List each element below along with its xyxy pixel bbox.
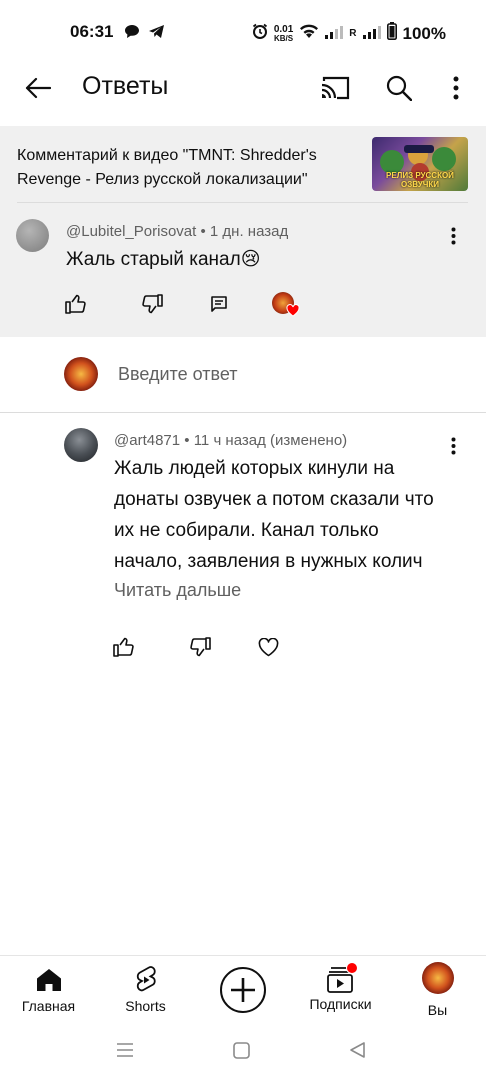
reply-text-line: Жаль людей которых кинули на xyxy=(114,458,395,479)
reply-time: 11 ч назад (изменено) xyxy=(193,432,348,449)
nav-you[interactable]: Вы xyxy=(389,956,486,1026)
square-icon xyxy=(232,1041,250,1059)
nav-label: Подписки xyxy=(309,996,372,1012)
net-speed-value: 0.01 xyxy=(273,23,294,35)
thumbnail-caption: РЕЛИЗ РУССКОЙ ОЗВУЧКИ xyxy=(386,171,454,189)
reply-button[interactable] xyxy=(204,288,234,320)
cast-icon xyxy=(321,76,350,100)
heart-button[interactable] xyxy=(252,631,284,663)
more-vert-icon xyxy=(453,76,459,100)
status-time: 06:31 xyxy=(70,22,114,41)
like-button[interactable] xyxy=(60,288,92,320)
more-vert-icon xyxy=(451,227,455,245)
divider xyxy=(0,412,486,413)
net-speed: 0.01 KB/S xyxy=(273,23,294,43)
user-avatar xyxy=(421,962,454,994)
signal-icon-2 xyxy=(362,24,381,44)
comment-author[interactable]: @Lubitel_Porisovat xyxy=(66,223,196,240)
nav-subscriptions[interactable]: Подписки xyxy=(292,956,389,1026)
triangle-back-icon xyxy=(350,1042,365,1058)
comment-icon xyxy=(211,296,227,312)
nav-home[interactable]: Главная xyxy=(0,956,97,1026)
telegram-icon xyxy=(148,24,165,44)
reply-text-line: донаты озвучек а потом сказали что xyxy=(114,489,434,510)
app-bar: Ответы xyxy=(0,60,486,126)
reply-text-line: их не собирали. Канал только xyxy=(114,520,379,541)
subscriptions-icon-wrap xyxy=(326,962,358,994)
nav-label: Главная xyxy=(21,998,76,1014)
dislike-button[interactable] xyxy=(136,288,168,320)
bottom-nav: Главная Shorts Подписки Вы xyxy=(0,955,486,1026)
add-circle-icon xyxy=(219,967,266,1013)
meta-separator: • xyxy=(200,223,210,240)
comment-text: Жаль старый канал😢 xyxy=(66,249,261,270)
back-system-button[interactable] xyxy=(342,1037,372,1063)
roaming-indicator: R xyxy=(349,28,357,39)
avatar[interactable] xyxy=(16,219,49,252)
home-system-button[interactable] xyxy=(226,1037,256,1063)
reply-text-line: начало, заявления в нужных колич xyxy=(114,551,423,572)
nav-shorts[interactable]: Shorts xyxy=(97,956,194,1026)
user-avatar xyxy=(64,357,98,391)
comment-meta: @Lubitel_Porisovat • 1 дн. назад xyxy=(66,223,288,240)
meta-separator: • xyxy=(184,432,194,449)
reply-meta: @art4871 • 11 ч назад (изменено) xyxy=(114,432,347,449)
home-icon xyxy=(36,969,61,991)
notification-dot xyxy=(345,962,358,974)
arrow-left-icon xyxy=(25,77,51,99)
reply-author[interactable]: @art4871 xyxy=(114,432,180,449)
status-right: 0.01 KB/S R 100% xyxy=(252,22,446,45)
divider xyxy=(17,202,468,203)
nav-label: Shorts xyxy=(125,998,166,1014)
battery-level: 100% xyxy=(402,23,446,43)
system-nav-bar xyxy=(0,1025,486,1080)
comment-time: 1 дн. назад xyxy=(209,223,289,240)
video-context-link[interactable]: Комментарий к видео "TMNT: Shredder's Re… xyxy=(17,144,347,192)
heart-icon xyxy=(286,304,300,317)
thumbs-down-icon xyxy=(190,637,211,657)
reply-input[interactable]: Введите ответ xyxy=(118,364,237,385)
recents-button[interactable] xyxy=(108,1037,142,1063)
comment-more-button[interactable] xyxy=(440,224,466,248)
thumbs-up-icon xyxy=(65,294,86,314)
search-button[interactable] xyxy=(378,66,420,110)
back-button[interactable] xyxy=(18,66,58,110)
nav-label: Вы xyxy=(427,1002,448,1018)
heart-icon xyxy=(258,637,278,656)
menu-icon xyxy=(117,1043,133,1057)
creator-heart-badge xyxy=(272,292,300,317)
like-button[interactable] xyxy=(108,631,140,663)
dislike-button[interactable] xyxy=(184,631,216,663)
reply-text: Жаль людей которых кинули на донаты озву… xyxy=(114,453,464,577)
wifi-icon xyxy=(299,23,319,44)
avatar[interactable] xyxy=(64,428,98,462)
alarm-icon xyxy=(252,23,268,44)
status-bar: 06:31 0.01 KB/S R 100% xyxy=(0,0,486,60)
signal-icon xyxy=(325,24,344,44)
more-button[interactable] xyxy=(440,66,472,110)
parent-comment-section: Комментарий к видео "TMNT: Shredder's Re… xyxy=(0,126,486,337)
thumbs-down-icon xyxy=(142,294,163,314)
read-more-link[interactable]: Читать дальше xyxy=(114,580,241,601)
shorts-icon xyxy=(136,966,156,992)
nav-create[interactable] xyxy=(194,956,291,1026)
cast-button[interactable] xyxy=(314,66,356,110)
net-speed-unit: KB/S xyxy=(273,33,294,43)
chat-icon xyxy=(124,24,140,44)
thumbs-up-icon xyxy=(113,637,134,657)
search-icon xyxy=(386,75,412,101)
battery-icon xyxy=(386,22,397,45)
video-thumbnail[interactable]: РЕЛИЗ РУССКОЙ ОЗВУЧКИ xyxy=(372,137,468,191)
page-title: Ответы xyxy=(82,72,169,100)
